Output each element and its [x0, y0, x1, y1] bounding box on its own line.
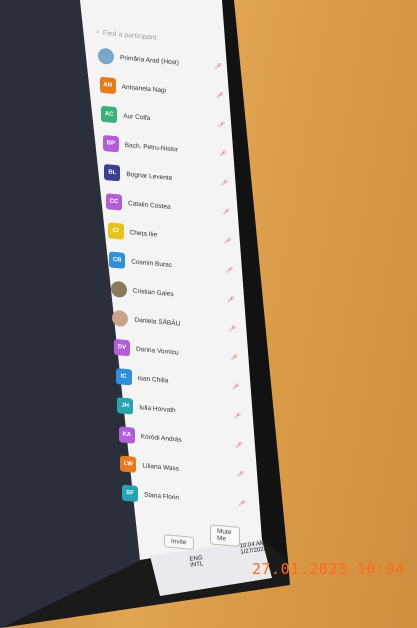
participant-name: Dorina Vornicu — [136, 345, 179, 357]
participant-name: Stana Florin — [144, 491, 180, 502]
participant-row[interactable]: CB Cosmin Burac 🎤︎ — [109, 249, 245, 283]
photo-timestamp: 27.01.2023 10:04 — [252, 560, 405, 578]
participant-name: Primăria Arad (Host) — [120, 53, 179, 67]
participant-name: Aur Colfa — [123, 112, 151, 122]
search-placeholder: Find a participant — [102, 29, 157, 42]
participant-row[interactable]: DV Dorina Vornicu 🎤︎ — [114, 336, 250, 370]
participant-name: Ioan Chilla — [137, 374, 169, 385]
muted-mic-icon[interactable]: 🎤︎ — [230, 354, 238, 362]
participant-row[interactable]: LW Liliana Wass 🎤︎ — [120, 452, 256, 486]
participant-avatar: CC — [106, 193, 122, 211]
participant-row[interactable]: KA Koródi András 🎤︎ — [118, 423, 255, 457]
participant-name: Liliana Wass — [142, 461, 179, 473]
participant-name: Cosmin Burac — [131, 257, 173, 269]
participant-row[interactable]: BL Bognar Levente 🎤︎ — [104, 161, 240, 195]
muted-mic-icon[interactable]: 🎤︎ — [219, 150, 227, 158]
participant-photo — [98, 47, 114, 65]
participant-row[interactable]: AC Aur Colfa 🎤︎ — [101, 103, 237, 137]
participant-row[interactable]: CI Cheța Ilie 🎤︎ — [107, 219, 244, 253]
participant-row[interactable]: AN Antoanela Nagi 🎤︎ — [99, 74, 236, 108]
muted-mic-icon[interactable]: 🎤︎ — [226, 266, 234, 274]
participant-avatar: SF — [122, 484, 138, 503]
participant-avatar: JH — [117, 397, 134, 415]
muted-mic-icon[interactable]: 🎤︎ — [214, 62, 222, 70]
muted-mic-icon[interactable]: 🎤︎ — [227, 295, 235, 303]
participant-name: Cristian Gales — [132, 287, 174, 298]
mute-me-button[interactable]: Mute Me — [210, 524, 240, 547]
participant-photo — [110, 280, 127, 299]
participant-avatar: CB — [109, 251, 126, 269]
participant-avatar: AC — [101, 105, 118, 124]
muted-mic-icon[interactable]: 🎤︎ — [238, 499, 246, 507]
participant-avatar: BP — [102, 134, 119, 153]
participant-avatar: IC — [115, 368, 132, 386]
muted-mic-icon[interactable]: 🎤︎ — [237, 470, 245, 478]
participant-name: Antoanela Nagi — [121, 83, 167, 94]
participant-row[interactable]: Cristian Gales 🎤︎ — [110, 278, 247, 312]
muted-mic-icon[interactable]: 🎤︎ — [234, 412, 242, 420]
muted-mic-icon[interactable]: 🎤︎ — [235, 441, 243, 449]
participant-avatar: AN — [99, 76, 116, 95]
muted-mic-icon[interactable]: 🎤︎ — [222, 208, 230, 216]
participant-avatar: KA — [118, 426, 135, 444]
participant-row[interactable]: BP Bach. Petru-Nistor 🎤︎ — [102, 132, 239, 166]
muted-mic-icon[interactable]: 🎤︎ — [229, 324, 237, 332]
participant-name: Catalin Costea — [128, 199, 171, 211]
participants-panel: ⌕ Find a participant Primăria Arad (Host… — [92, 0, 246, 573]
participant-row[interactable]: Daniela SĂBĂU 🎤︎ — [112, 307, 248, 341]
participant-name: Bach. Petru-Nistor — [124, 141, 178, 154]
participant-name: Bognar Levente — [126, 170, 173, 182]
taskbar-lang[interactable]: ENG INTL — [189, 555, 203, 568]
muted-mic-icon[interactable]: 🎤︎ — [221, 179, 229, 187]
search-icon: ⌕ — [96, 28, 100, 36]
participant-row[interactable]: SF Stana Florin 🎤︎ — [122, 482, 258, 516]
muted-mic-icon[interactable]: 🎤︎ — [216, 91, 224, 99]
invite-button[interactable]: Invite — [164, 534, 194, 550]
participant-photo — [112, 309, 129, 328]
participant-name: Koródi András — [140, 432, 182, 444]
muted-mic-icon[interactable]: 🎤︎ — [232, 383, 240, 391]
participant-row[interactable]: JH Iulia Horvath 🎤︎ — [117, 394, 253, 428]
muted-mic-icon[interactable]: 🎤︎ — [224, 237, 232, 245]
participant-avatar: DV — [114, 338, 130, 357]
participant-avatar: CI — [107, 222, 124, 240]
participant-name: Iulia Horvath — [139, 403, 176, 414]
participant-row[interactable]: IC Ioan Chilla 🎤︎ — [115, 365, 252, 399]
participant-name: Daniela SĂBĂU — [134, 316, 181, 328]
participant-row[interactable]: CC Catalin Costea 🎤︎ — [106, 190, 242, 224]
muted-mic-icon[interactable]: 🎤︎ — [218, 120, 226, 128]
participant-name: Cheța Ilie — [129, 228, 158, 239]
participant-avatar: BL — [104, 164, 121, 182]
participant-avatar: LW — [120, 455, 137, 473]
